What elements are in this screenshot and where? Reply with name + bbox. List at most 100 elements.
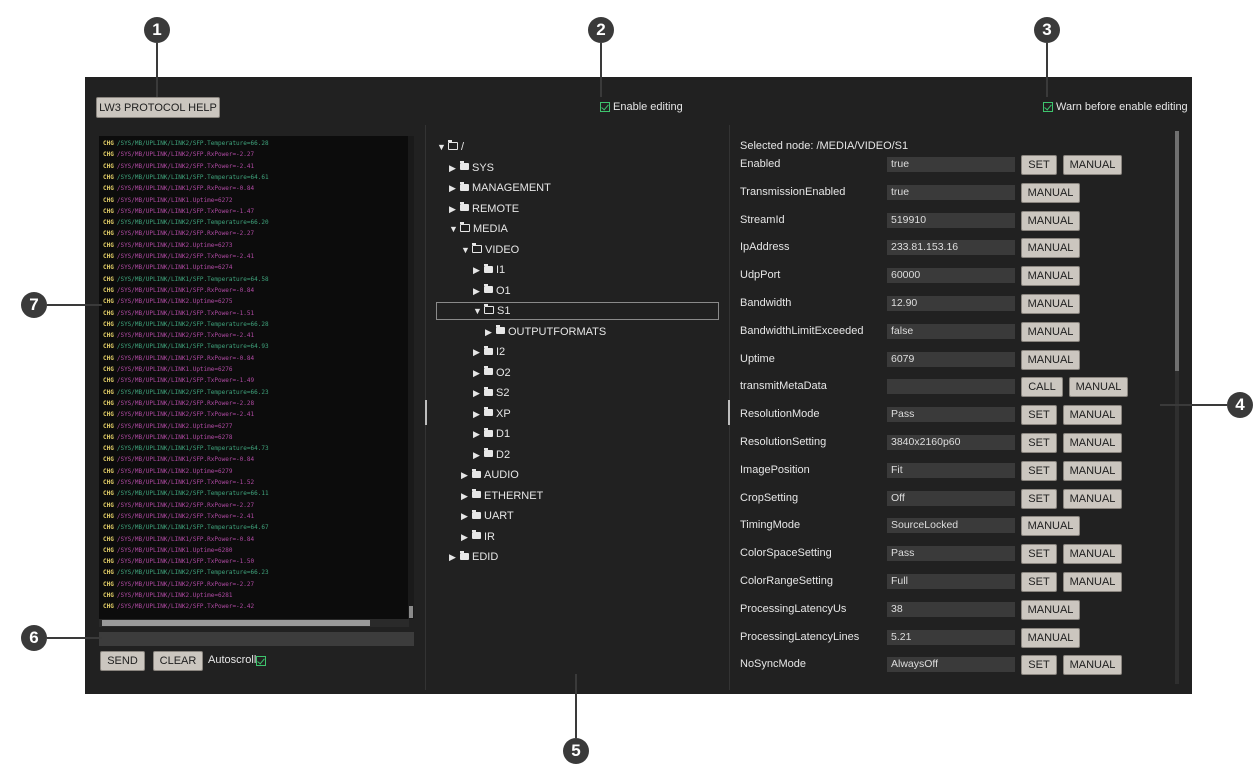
expand-arrow-closed-icon[interactable]: ▶: [461, 529, 471, 545]
console-line-text: /SYS/MB/UPLINK/LINK1/SFP.TxPower=-1.50: [116, 558, 255, 566]
tree-node-xp[interactable]: ▶ XP: [473, 406, 511, 422]
expand-arrow-closed-icon[interactable]: ▶: [473, 385, 483, 401]
tree-node-o2[interactable]: ▶ O2: [473, 365, 511, 381]
tree-node-media[interactable]: ▼ MEDIA: [449, 221, 508, 237]
manual-button[interactable]: MANUAL: [1021, 210, 1080, 231]
tree-node-label: MEDIA: [473, 223, 508, 235]
tree-node-label: S2: [496, 387, 510, 399]
expand-arrow-closed-icon[interactable]: ▶: [461, 467, 471, 483]
protocol-help-button[interactable]: LW3 PROTOCOL HELP: [96, 97, 220, 118]
clear-button[interactable]: CLEAR: [153, 651, 203, 671]
expand-arrow-closed-icon[interactable]: ▶: [473, 447, 483, 463]
manual-button[interactable]: MANUAL: [1021, 266, 1080, 287]
expand-arrow-closed-icon[interactable]: ▶: [473, 262, 483, 278]
expand-arrow-open-icon[interactable]: ▼: [461, 242, 471, 258]
tree-node-d1[interactable]: ▶ D1: [473, 426, 510, 442]
console-line-tag: CHG: [103, 490, 114, 498]
set-button[interactable]: SET: [1021, 544, 1057, 565]
set-button[interactable]: SET: [1021, 572, 1057, 592]
tree-node-root[interactable]: ▼ /: [437, 139, 464, 155]
tree-node-s2[interactable]: ▶ S2: [473, 385, 509, 401]
manual-button[interactable]: MANUAL: [1021, 349, 1080, 370]
tree-node-i2[interactable]: ▶ I2: [473, 344, 505, 360]
left-splitter-handle[interactable]: [425, 400, 427, 425]
expand-arrow-closed-icon[interactable]: ▶: [485, 324, 495, 340]
manual-button[interactable]: MANUAL: [1021, 182, 1080, 203]
console-horizontal-scroll-thumb[interactable]: [102, 620, 370, 626]
tree-node-o1[interactable]: ▶ O1: [473, 283, 511, 299]
tree-node-edid[interactable]: ▶ EDID: [449, 549, 498, 565]
manual-button[interactable]: MANUAL: [1021, 238, 1080, 259]
send-button[interactable]: SEND: [100, 651, 145, 671]
expand-arrow-open-icon[interactable]: ▼: [473, 303, 483, 319]
tree-node-i1[interactable]: ▶ I1: [473, 262, 505, 278]
manual-button[interactable]: MANUAL: [1063, 460, 1122, 481]
manual-button[interactable]: MANUAL: [1021, 599, 1080, 620]
set-button[interactable]: SET: [1021, 155, 1057, 175]
tree-node-sys[interactable]: ▶ SYS: [449, 160, 494, 176]
manual-button[interactable]: MANUAL: [1021, 321, 1080, 342]
folder-icon: [472, 509, 481, 519]
console-line-tag: CHG: [103, 445, 114, 453]
manual-button[interactable]: MANUAL: [1063, 405, 1122, 426]
console-vertical-scrollbar[interactable]: [408, 136, 414, 619]
expand-arrow-closed-icon[interactable]: ▶: [449, 549, 459, 565]
callout-badge: 7: [21, 292, 47, 318]
expand-arrow-closed-icon[interactable]: ▶: [473, 365, 483, 381]
tree-node-video[interactable]: ▼ VIDEO: [461, 242, 519, 258]
callout-badge: 1: [144, 17, 170, 43]
expand-arrow-closed-icon[interactable]: ▶: [473, 426, 483, 442]
tree-node-remote[interactable]: ▶ REMOTE: [449, 201, 519, 217]
console-vertical-scroll-thumb[interactable]: [409, 606, 413, 618]
manual-button[interactable]: MANUAL: [1021, 294, 1080, 314]
manual-button[interactable]: MANUAL: [1063, 544, 1122, 565]
set-button[interactable]: SET: [1021, 488, 1057, 509]
expand-arrow-open-icon[interactable]: ▼: [437, 139, 447, 155]
manual-button[interactable]: MANUAL: [1021, 516, 1080, 537]
tree-node-audio[interactable]: ▶ AUDIO: [461, 467, 519, 483]
manual-button[interactable]: MANUAL: [1063, 155, 1122, 175]
folder-open-icon: [460, 222, 470, 233]
console-line: CHG/SYS/MB/UPLINK/LINK1.Uptime=6276: [103, 365, 232, 374]
tree-node-ethernet[interactable]: ▶ ETHERNET: [461, 488, 543, 504]
manual-button[interactable]: MANUAL: [1063, 572, 1122, 592]
set-button[interactable]: SET: [1021, 433, 1057, 453]
call-button[interactable]: CALL: [1021, 377, 1063, 398]
console-line-text: /SYS/MB/UPLINK/LINK2/SFP.RxPower=-2.27: [116, 151, 255, 159]
expand-arrow-closed-icon[interactable]: ▶: [473, 406, 483, 422]
expand-arrow-open-icon[interactable]: ▼: [449, 221, 459, 237]
enable-editing-checkbox[interactable]: [600, 102, 610, 112]
manual-button[interactable]: MANUAL: [1069, 377, 1128, 398]
tree-node-uart[interactable]: ▶ UART: [461, 508, 514, 524]
manual-button[interactable]: MANUAL: [1063, 655, 1122, 676]
expand-arrow-closed-icon[interactable]: ▶: [461, 488, 471, 504]
expand-arrow-closed-icon[interactable]: ▶: [473, 344, 483, 360]
tree-node-label: UART: [484, 510, 514, 522]
expand-arrow-closed-icon[interactable]: ▶: [473, 283, 483, 299]
console-line-text: /SYS/MB/UPLINK/LINK1/SFP.Temperature=64.…: [116, 524, 269, 532]
expand-arrow-closed-icon[interactable]: ▶: [449, 160, 459, 176]
tree-node-d2[interactable]: ▶ D2: [473, 447, 510, 463]
tree-node-ir[interactable]: ▶ IR: [461, 529, 495, 545]
manual-button[interactable]: MANUAL: [1063, 433, 1122, 453]
command-input[interactable]: [99, 632, 414, 646]
console-line: CHG/SYS/MB/UPLINK/LINK1/SFP.Temperature=…: [103, 173, 269, 182]
property-name: transmitMetaData: [740, 380, 827, 393]
expand-arrow-closed-icon[interactable]: ▶: [449, 180, 459, 196]
manual-button[interactable]: MANUAL: [1063, 488, 1122, 509]
set-button[interactable]: SET: [1021, 655, 1057, 676]
properties-scroll-thumb[interactable]: [1175, 131, 1179, 371]
manual-button[interactable]: MANUAL: [1021, 627, 1080, 648]
expand-arrow-closed-icon[interactable]: ▶: [449, 201, 459, 217]
set-button[interactable]: SET: [1021, 460, 1057, 481]
expand-arrow-closed-icon[interactable]: ▶: [461, 508, 471, 524]
right-splitter-handle[interactable]: [728, 400, 730, 425]
property-value: true: [887, 157, 1015, 172]
tree-node-outputformats[interactable]: ▶ OUTPUTFORMATS: [485, 324, 606, 340]
warn-editing-checkbox[interactable]: [1043, 102, 1053, 112]
tree-node-s1[interactable]: ▼ S1: [436, 302, 719, 320]
console-log[interactable]: CHG/SYS/MB/UPLINK/LINK2/SFP.Temperature=…: [99, 136, 409, 619]
set-button[interactable]: SET: [1021, 405, 1057, 426]
tree-node-management[interactable]: ▶ MANAGEMENT: [449, 180, 551, 196]
autoscroll-checkbox[interactable]: [256, 656, 266, 666]
